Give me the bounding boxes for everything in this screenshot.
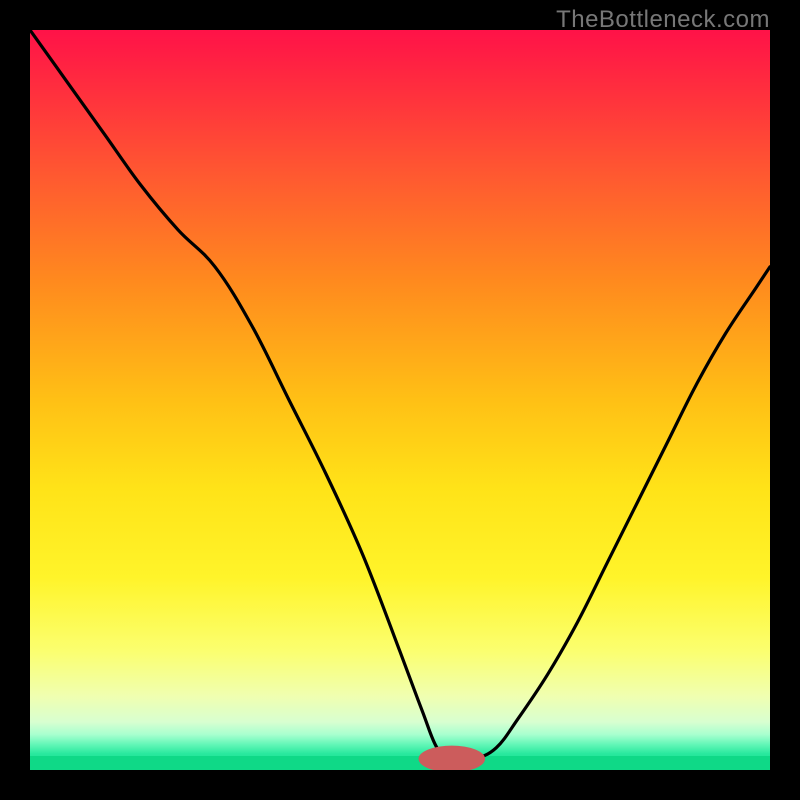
optimum-marker (419, 746, 486, 770)
curve-layer (30, 30, 770, 770)
bottleneck-curve-path (30, 30, 770, 760)
plot-area (30, 30, 770, 770)
chart-frame: TheBottleneck.com (0, 0, 800, 800)
